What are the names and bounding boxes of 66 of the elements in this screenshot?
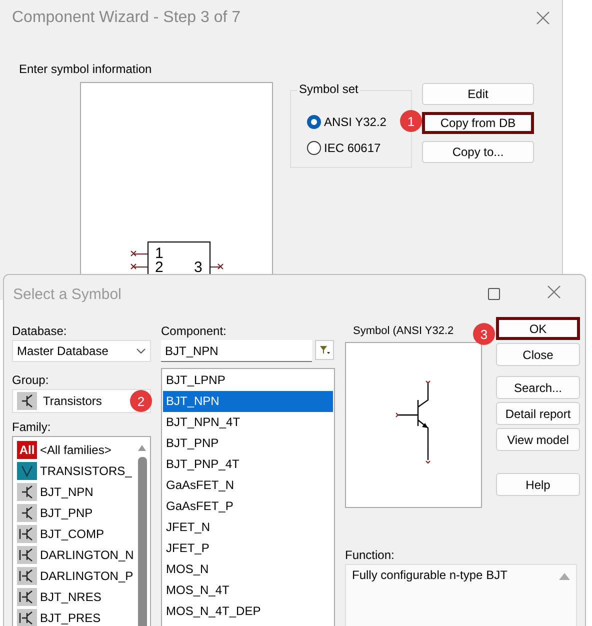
radio-option[interactable]: ANSI Y32.2	[307, 109, 386, 135]
close-icon[interactable]	[547, 285, 561, 299]
transistor-icon	[17, 566, 37, 584]
dialog-button[interactable]: Detail report	[496, 402, 580, 425]
transistor-icon	[17, 588, 37, 606]
component-item[interactable]: BJT_PNP_4T	[163, 454, 333, 475]
field-label: Group:	[12, 372, 50, 389]
dialog-button[interactable]: Close	[496, 343, 580, 366]
function-text: Fully configurable n-type BJT	[352, 568, 508, 582]
dialog-button[interactable]: Search...	[496, 376, 580, 399]
transistor-icon	[17, 546, 37, 564]
dropdown-caret-icon	[136, 348, 146, 354]
step-badge: 3	[473, 323, 495, 345]
family-item[interactable]: BJT_NPN	[17, 481, 150, 502]
dialog-title: Select a Symbol	[13, 286, 122, 302]
family-item[interactable]: TRANSISTORS_	[17, 460, 150, 481]
filter-button[interactable]	[315, 340, 334, 360]
group-dropdown[interactable]: Transistors 2	[12, 389, 151, 413]
wizard-button[interactable]: Copy to...	[422, 141, 534, 163]
component-item[interactable]: MOS_N	[163, 559, 333, 580]
component-item[interactable]: JFET_P	[163, 538, 333, 559]
transistor-icon	[17, 524, 37, 542]
family-item[interactable]: BJT_PNP	[17, 502, 150, 523]
family-item[interactable]: BJT_COMP	[17, 523, 150, 544]
component-item[interactable]: BJT_NPN_4T	[163, 412, 333, 433]
section-label: Enter symbol information	[19, 62, 153, 76]
dialog-button[interactable]: Help	[496, 473, 580, 496]
component-item[interactable]: MOS_N_4T_DEP	[163, 601, 333, 622]
wizard-button[interactable]: Copy from DB	[422, 112, 534, 134]
transistor-icon	[17, 482, 37, 500]
maximize-icon[interactable]	[488, 288, 500, 300]
component-item[interactable]: MOS_N_4T	[163, 580, 333, 601]
field-label: Family:	[12, 419, 52, 436]
radio-option[interactable]: IEC 60617	[307, 135, 381, 161]
component-field[interactable]: BJT_NPN	[161, 340, 312, 362]
component-item[interactable]: BJT_PNP	[163, 433, 333, 454]
database-dropdown[interactable]: Master Database	[12, 340, 151, 362]
dialog-button[interactable]: OK	[496, 317, 580, 340]
filter-icon	[320, 346, 330, 354]
field-label: Database:	[12, 323, 68, 340]
all-families-icon: All	[17, 440, 37, 458]
preview-label: Symbol (ANSI Y32.2	[353, 324, 455, 339]
scroll-up-icon[interactable]	[559, 573, 570, 580]
step-badge: 1	[400, 110, 422, 132]
field-label: Function:	[345, 547, 396, 564]
transistor-icon	[17, 608, 37, 626]
close-icon[interactable]	[536, 11, 550, 25]
family-item[interactable]: BJT_PRES	[17, 607, 150, 626]
family-item[interactable]: All <All families>	[17, 439, 150, 460]
virtual-transistor-icon	[17, 462, 37, 480]
component-item[interactable]: BJT_NPN	[163, 391, 333, 412]
transistor-icon	[17, 392, 37, 410]
component-item[interactable]: JFET_N	[163, 517, 333, 538]
window-title: Component Wizard - Step 3 of 7	[12, 9, 241, 27]
step-badge: 2	[130, 390, 152, 412]
wizard-button[interactable]: Edit	[422, 83, 534, 105]
component-item[interactable]: GaAsFET_P	[163, 496, 333, 517]
dialog-button[interactable]: View model	[496, 428, 580, 451]
family-item[interactable]: DARLINGTON_N	[17, 544, 150, 565]
family-item[interactable]: DARLINGTON_P	[17, 565, 150, 586]
component-item[interactable]: BJT_LPNP	[163, 370, 333, 391]
family-item[interactable]: BJT_NRES	[17, 586, 150, 607]
component-item[interactable]: GaAsFET_N	[163, 475, 333, 496]
field-label: Component:	[161, 323, 228, 340]
group-label: Symbol set	[297, 82, 360, 96]
transistor-icon	[17, 504, 37, 522]
